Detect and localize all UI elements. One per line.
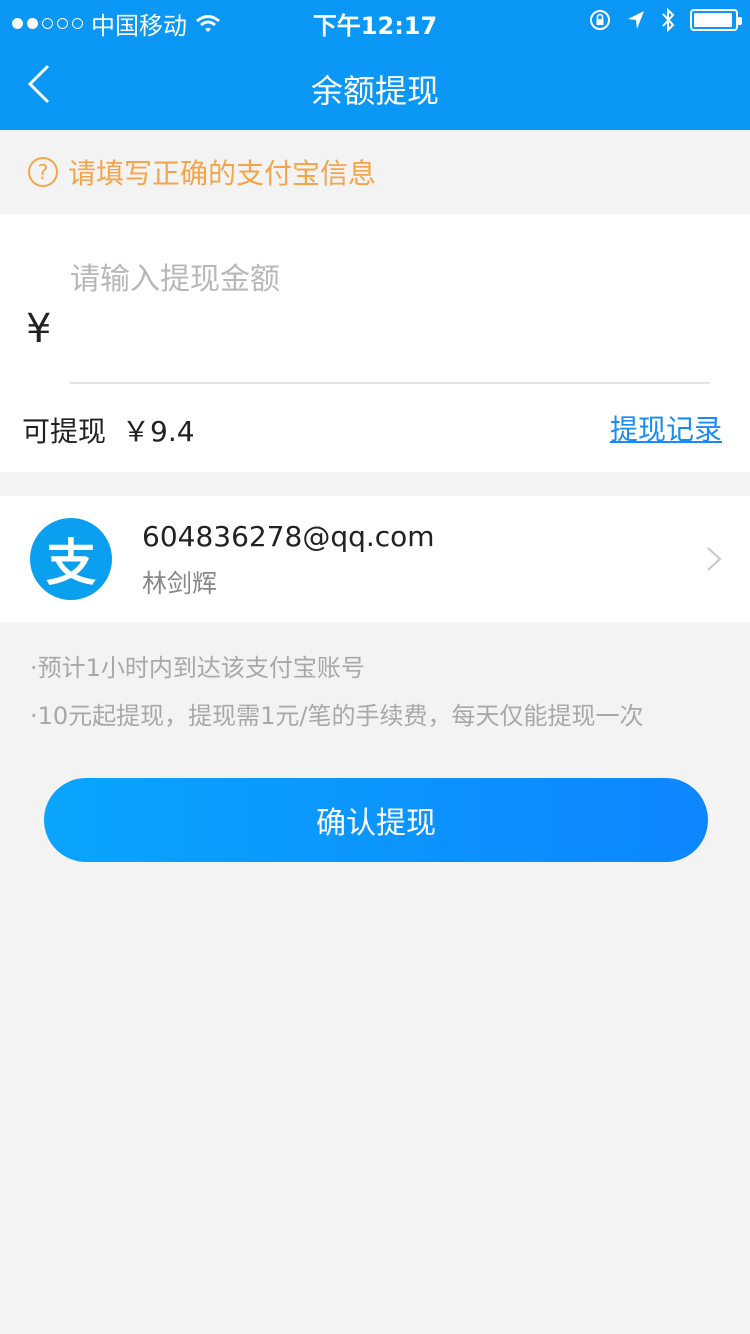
confirm-withdraw-button[interactable]: 确认提现 <box>44 778 708 862</box>
tip-item: ·10元起提现，提现需1元/笔的手续费，每天仅能提现一次 <box>30 702 644 730</box>
notice-text: 请填写正确的支付宝信息 <box>68 157 377 190</box>
account-name: 林剑辉 <box>142 569 218 598</box>
notice-banner: ? 请填写正确的支付宝信息 <box>0 130 750 214</box>
account-email: 604836278@qq.com <box>142 520 435 553</box>
chevron-right-icon <box>707 547 722 571</box>
location-icon <box>628 11 644 29</box>
tips-list: ·预计1小时内到达该支付宝账号 ·10元起提现，提现需1元/笔的手续费，每天仅能… <box>30 644 644 740</box>
withdraw-records-link[interactable]: 提现记录 <box>610 408 722 448</box>
question-icon: ? <box>28 157 58 187</box>
tip-item: ·预计1小时内到达该支付宝账号 <box>30 654 365 682</box>
currency-symbol: ¥ <box>26 306 52 352</box>
available-balance: 可提现 ￥9.4 <box>22 410 195 450</box>
nav-bar: 余额提现 <box>0 40 750 130</box>
input-underline <box>70 382 710 384</box>
status-bar: 中国移动 下午12:17 <box>0 0 750 40</box>
alipay-account-row[interactable]: 支 604836278@qq.com 林剑辉 <box>0 496 750 622</box>
amount-card: ¥ 可提现 ￥9.4 提现记录 <box>0 214 750 472</box>
header: 中国移动 下午12:17 余额提现 <box>0 0 750 130</box>
amount-input[interactable] <box>70 254 710 304</box>
page-title: 余额提现 <box>310 72 439 110</box>
available-label: 可提现 <box>22 415 107 448</box>
battery-icon <box>690 9 742 31</box>
lock-rotation-icon <box>590 10 610 30</box>
available-value: ￥9.4 <box>122 415 195 448</box>
alipay-logo: 支 <box>30 518 112 600</box>
bluetooth-icon <box>662 7 675 33</box>
